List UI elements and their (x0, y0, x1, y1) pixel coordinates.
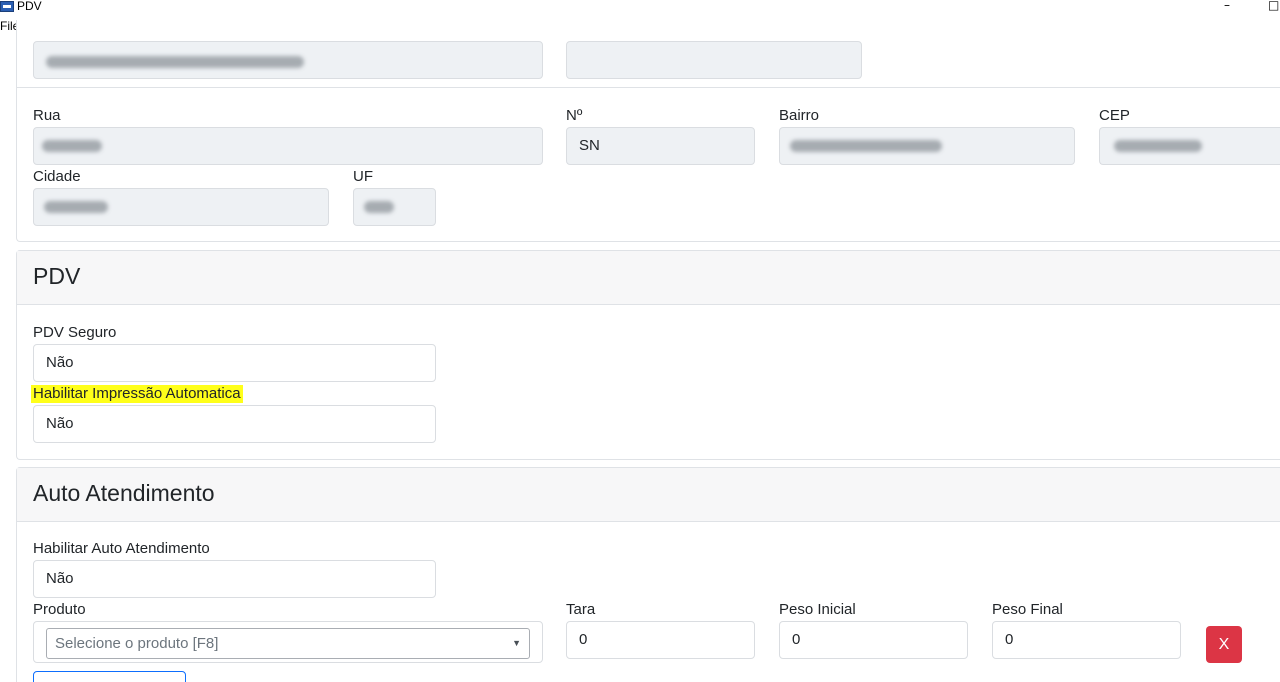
produto-select-container: Selecione o produto [F8] ▼ (33, 621, 543, 663)
peso-final-label: Peso Final (992, 601, 1063, 618)
impressao-automatica-label: Habilitar Impressão Automatica (31, 385, 243, 403)
title-bar: PDV – □ (0, 0, 1280, 16)
add-item-button[interactable] (33, 671, 186, 682)
habilitar-auto-select[interactable]: Não (33, 560, 436, 598)
company-secondary-field[interactable] (566, 41, 862, 79)
redacted-text (1114, 140, 1202, 152)
chevron-down-icon: ▼ (512, 638, 521, 648)
divider (16, 87, 1280, 88)
maximize-button[interactable]: □ (1268, 0, 1279, 11)
bairro-label: Bairro (779, 107, 820, 124)
cidade-label: Cidade (33, 168, 81, 185)
produto-placeholder: Selecione o produto [F8] (55, 635, 219, 652)
tara-input[interactable]: 0 (566, 621, 755, 659)
rua-label: Rua (33, 107, 61, 124)
produto-label: Produto (33, 601, 86, 618)
impressao-automatica-select[interactable]: Não (33, 405, 436, 443)
numero-field[interactable]: SN (566, 127, 755, 165)
cep-label: CEP (1099, 107, 1130, 124)
redacted-text (46, 56, 304, 68)
bairro-field[interactable] (779, 127, 1075, 165)
window-title: PDV (17, 0, 42, 13)
produto-select[interactable]: Selecione o produto [F8] ▼ (46, 628, 530, 659)
numero-label: Nº (566, 107, 583, 124)
tara-label: Tara (566, 601, 596, 618)
auto-atendimento-card-header: Auto Atendimento (17, 468, 1280, 522)
redacted-text (790, 140, 942, 152)
redacted-text (44, 201, 108, 213)
peso-final-input[interactable]: 0 (992, 621, 1181, 659)
company-name-field[interactable] (33, 41, 543, 79)
uf-label: UF (353, 168, 373, 185)
minimize-button[interactable]: – (1224, 0, 1230, 11)
pdv-card-header: PDV (17, 251, 1280, 305)
redacted-text (364, 201, 394, 213)
rua-field[interactable] (33, 127, 543, 165)
auto-atendimento-section-title: Auto Atendimento (33, 480, 215, 506)
peso-inicial-label: Peso Inicial (779, 601, 856, 618)
pdv-seguro-select[interactable]: Não (33, 344, 436, 382)
cep-field[interactable] (1099, 127, 1280, 165)
pdv-section-title: PDV (33, 263, 81, 289)
cidade-field[interactable] (33, 188, 329, 226)
uf-field[interactable] (353, 188, 436, 226)
app-icon (0, 1, 14, 12)
remove-item-button[interactable]: X (1206, 626, 1242, 663)
redacted-text (42, 140, 102, 152)
pdv-seguro-label: PDV Seguro (33, 324, 117, 341)
peso-inicial-input[interactable]: 0 (779, 621, 968, 659)
habilitar-auto-label: Habilitar Auto Atendimento (33, 540, 210, 557)
